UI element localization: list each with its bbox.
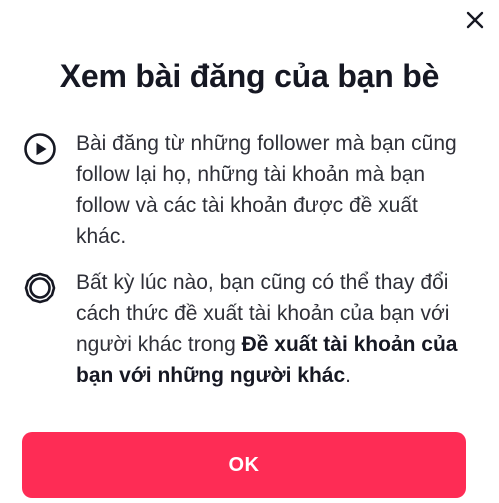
info-item-posts-text: Bài đăng từ những follower mà bạn cũng f… [76,132,457,248]
info-item-suggestions-text-end: . [345,364,351,387]
gear-icon [22,270,58,306]
info-item-suggestions: Bất kỳ lúc nào, bạn cũng có thể thay đổi… [22,267,469,391]
dialog: Xem bài đăng của bạn bè Bài đăng từ nhữn… [0,0,499,503]
info-item-posts: Bài đăng từ những follower mà bạn cũng f… [22,128,469,252]
play-circle-icon [22,131,58,167]
close-button[interactable] [461,6,489,34]
ok-button[interactable]: OK [22,432,466,498]
close-icon[interactable] [466,11,484,29]
dialog-title: Xem bài đăng của bạn bè [59,58,440,94]
info-item-suggestions-text: Bất kỳ lúc nào, bạn cũng có thể thay đổi… [76,267,469,391]
